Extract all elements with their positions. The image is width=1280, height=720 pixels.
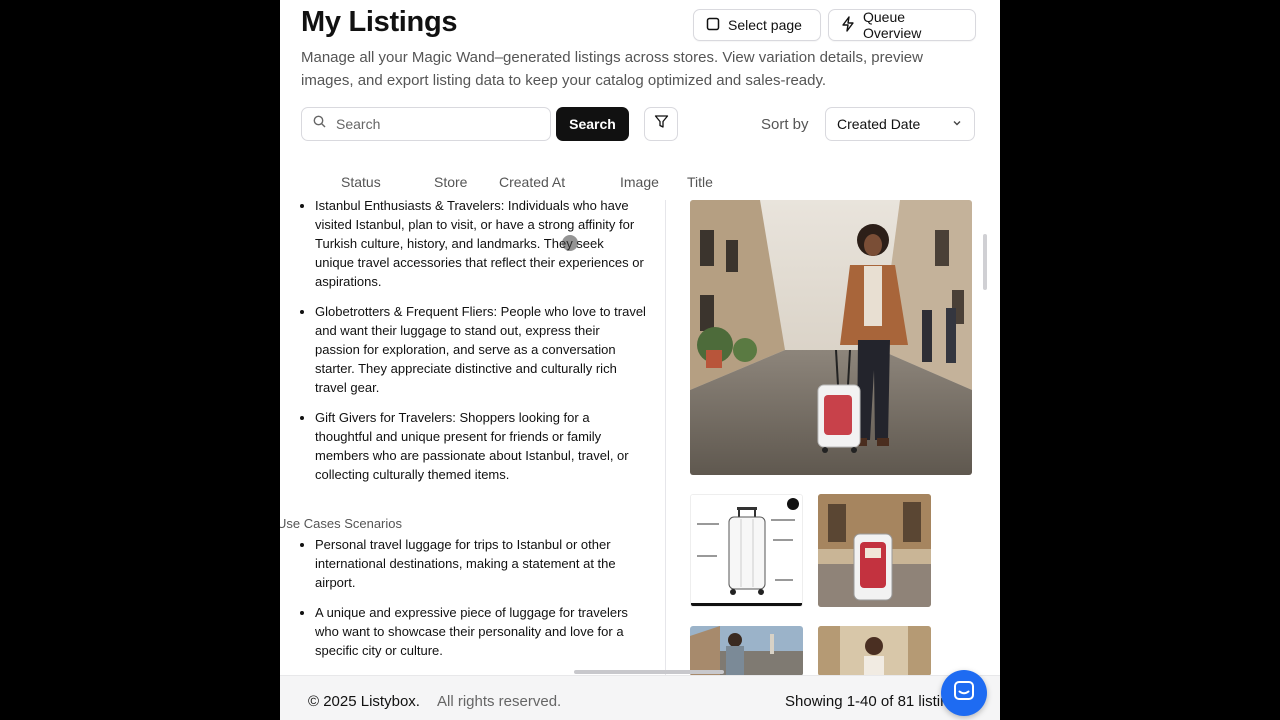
search-input[interactable] xyxy=(334,115,538,133)
queue-overview-label: Queue Overview xyxy=(863,9,922,41)
column-header-created-at[interactable]: Created At xyxy=(499,174,565,190)
chat-icon xyxy=(953,680,975,707)
queue-overview-button[interactable]: Queue Overview xyxy=(828,9,976,41)
chevron-down-icon xyxy=(951,116,963,132)
filter-button[interactable] xyxy=(644,107,678,141)
search-field[interactable] xyxy=(301,107,551,141)
select-page-label: Select page xyxy=(728,17,802,33)
list-item: A unique and expressive piece of luggage… xyxy=(315,603,646,660)
sort-label: Sort by xyxy=(761,116,809,133)
listings-page: My Listings Select page Queue Overview M… xyxy=(280,0,1000,720)
use-cases-list: Personal travel luggage for trips to Ist… xyxy=(296,535,646,690)
list-item: Personal travel luggage for trips to Ist… xyxy=(315,535,646,592)
search-button[interactable]: Search xyxy=(556,107,629,141)
thumbnail-image[interactable] xyxy=(818,494,931,607)
search-icon xyxy=(313,115,326,133)
select-page-button[interactable]: Select page xyxy=(693,9,821,41)
column-header-store[interactable]: Store xyxy=(434,174,467,190)
rights-text: All rights reserved. xyxy=(437,693,562,710)
list-item: Istanbul Enthusiasts & Travelers: Indivi… xyxy=(315,196,646,291)
pagination-summary: Showing 1-40 of 81 listings xyxy=(785,693,955,710)
mouse-cursor xyxy=(562,235,578,251)
list-item: Globetrotters & Frequent Fliers: People … xyxy=(315,302,646,397)
checkbox-icon xyxy=(706,17,720,34)
use-cases-title: Use Cases Scenarios xyxy=(280,516,402,531)
sort-value: Created Date xyxy=(837,116,921,132)
chat-support-button[interactable] xyxy=(941,670,987,716)
lightning-icon xyxy=(841,15,855,35)
column-header-image[interactable]: Image xyxy=(620,174,659,190)
column-header-status[interactable]: Status xyxy=(341,174,381,190)
page-description: Manage all your Magic Wand–generated lis… xyxy=(301,49,923,89)
filter-icon xyxy=(654,114,669,134)
target-audience-list: Istanbul Enthusiasts & Travelers: Indivi… xyxy=(296,196,646,484)
page-title: My Listings xyxy=(301,6,458,38)
listing-details-text: Istanbul Enthusiasts & Travelers: Indivi… xyxy=(280,196,646,701)
thumbnail-image[interactable] xyxy=(818,626,931,676)
vertical-scrollbar[interactable] xyxy=(983,234,987,290)
sort-select[interactable]: Created Date xyxy=(825,107,975,141)
main-product-image[interactable] xyxy=(690,200,972,475)
footer: © 2025 Listybox. All rights reserved. Sh… xyxy=(280,675,1000,720)
column-header-title[interactable]: Title xyxy=(687,174,713,190)
thumbnail-image[interactable] xyxy=(690,626,803,676)
copyright-text: © 2025 Listybox. xyxy=(308,693,420,710)
list-item: Gift Givers for Travelers: Shoppers look… xyxy=(315,408,646,484)
horizontal-scrollbar[interactable] xyxy=(574,670,724,674)
thumbnail-image[interactable] xyxy=(690,494,803,607)
column-divider xyxy=(665,200,666,675)
